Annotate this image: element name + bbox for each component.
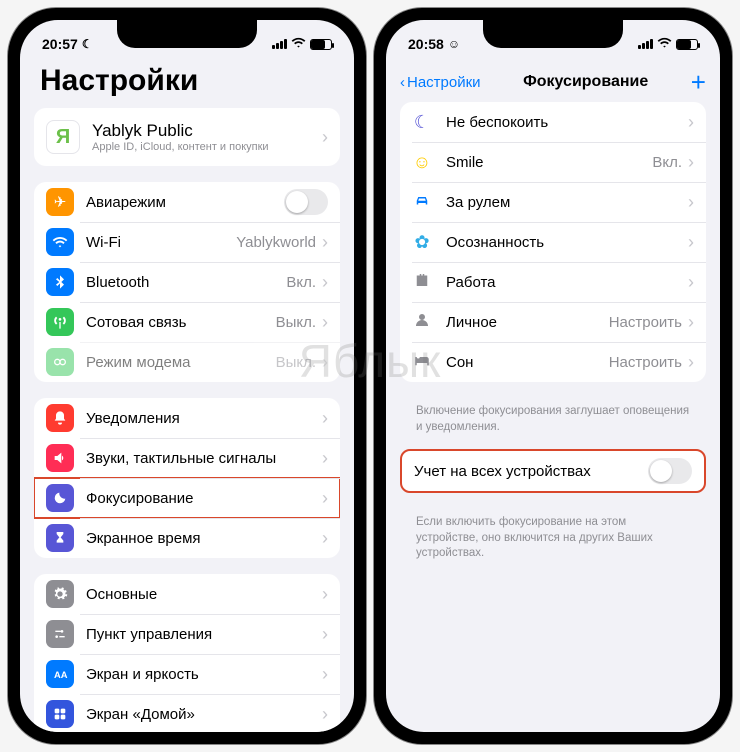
profile-group: Я Yablyk Public Apple ID, iCloud, контен… xyxy=(34,108,340,166)
row-screentime[interactable]: Экранное время › xyxy=(34,518,340,558)
row-display[interactable]: AA Экран и яркость › xyxy=(34,654,340,694)
chevron-icon: › xyxy=(688,272,694,293)
hourglass-icon xyxy=(46,524,74,552)
screen-focus: 20:58 ☺ ‹ Настройки Фокусирование + xyxy=(386,20,720,732)
airplane-toggle[interactable] xyxy=(284,189,328,215)
notifications-group: Уведомления › Звуки, тактильные сигналы … xyxy=(34,398,340,558)
chevron-icon: › xyxy=(322,352,328,373)
chevron-icon: › xyxy=(688,312,694,333)
chevron-icon: › xyxy=(688,192,694,213)
chevron-icon: › xyxy=(322,624,328,645)
row-notifications[interactable]: Уведомления › xyxy=(34,398,340,438)
chevron-icon: › xyxy=(688,352,694,373)
chevron-icon: › xyxy=(322,528,328,549)
car-icon xyxy=(412,191,432,214)
textsize-icon: AA xyxy=(46,660,74,688)
status-time: 20:58 xyxy=(408,36,444,52)
sliders-icon xyxy=(46,620,74,648)
row-general[interactable]: Основные › xyxy=(34,574,340,614)
row-wifi[interactable]: Wi-Fi Yablykworld › xyxy=(34,222,340,262)
moon-icon: ☾ xyxy=(412,112,432,133)
chevron-icon: › xyxy=(322,232,328,253)
general-group: Основные › Пункт управления › AA xyxy=(34,574,340,732)
back-button[interactable]: ‹ Настройки xyxy=(400,74,481,91)
row-airplane[interactable]: ✈ Авиарежим xyxy=(34,182,340,222)
mode-smile[interactable]: ☺ Smile Вкл. › xyxy=(400,142,706,182)
moon-icon xyxy=(46,484,74,512)
chevron-icon: › xyxy=(322,408,328,429)
notch xyxy=(483,20,623,48)
nav-title: Фокусирование xyxy=(523,73,648,91)
chevron-icon: › xyxy=(322,664,328,685)
share-toggle[interactable] xyxy=(648,458,692,484)
svg-text:AA: AA xyxy=(54,670,68,680)
wifi-settings-icon xyxy=(46,228,74,256)
cell-signal-icon xyxy=(638,39,653,49)
apple-id-row[interactable]: Я Yablyk Public Apple ID, iCloud, контен… xyxy=(34,108,340,166)
chevron-icon: › xyxy=(322,448,328,469)
bluetooth-icon xyxy=(46,268,74,296)
mode-dnd[interactable]: ☾ Не беспокоить › xyxy=(400,102,706,142)
share-footer: Если включить фокусирование на этом устр… xyxy=(400,509,706,576)
row-sounds[interactable]: Звуки, тактильные сигналы › xyxy=(34,438,340,478)
bed-icon xyxy=(412,351,432,374)
share-across-devices-row[interactable]: Учет на всех устройствах xyxy=(402,451,704,491)
chevron-icon: › xyxy=(322,488,328,509)
cell-signal-icon xyxy=(272,39,287,49)
chevron-icon: › xyxy=(322,584,328,605)
flower-icon: ✿ xyxy=(412,232,432,253)
mode-sleep[interactable]: Сон Настроить › xyxy=(400,342,706,382)
row-focus[interactable]: Фокусирование › xyxy=(34,478,340,518)
wifi-icon xyxy=(291,35,306,53)
row-cellular[interactable]: Сотовая связь Выкл. › xyxy=(34,302,340,342)
modes-footer: Включение фокусирования заглушает оповещ… xyxy=(400,398,706,449)
bell-icon xyxy=(46,404,74,432)
share-group: Учет на всех устройствах xyxy=(400,449,706,493)
chevron-icon: › xyxy=(688,152,694,173)
connectivity-group: ✈ Авиарежим Wi-Fi Yablykworld › xyxy=(34,182,340,382)
battery-icon xyxy=(310,39,332,50)
mode-driving[interactable]: За рулем › xyxy=(400,182,706,222)
chevron-icon: › xyxy=(322,127,328,148)
person-icon xyxy=(412,311,432,334)
hotspot-icon xyxy=(46,348,74,376)
antenna-icon xyxy=(46,308,74,336)
battery-icon xyxy=(676,39,698,50)
mode-work[interactable]: Работа › xyxy=(400,262,706,302)
chevron-left-icon: ‹ xyxy=(400,74,405,91)
airplane-icon: ✈ xyxy=(46,188,74,216)
screen-settings: 20:57 ☾ Настройки Я Yab xyxy=(20,20,354,732)
chevron-icon: › xyxy=(688,232,694,253)
notch xyxy=(117,20,257,48)
chevron-icon: › xyxy=(688,112,694,133)
dnd-moon-icon: ☾ xyxy=(82,37,93,51)
profile-name: Yablyk Public xyxy=(92,121,322,141)
row-control-center[interactable]: Пункт управления › xyxy=(34,614,340,654)
wifi-icon xyxy=(657,35,672,53)
focus-modes-group: ☾ Не беспокоить › ☺ Smile Вкл. › xyxy=(400,102,706,382)
smile-icon: ☺ xyxy=(412,152,432,173)
speaker-icon xyxy=(46,444,74,472)
row-hotspot[interactable]: Режим модема Выкл. › xyxy=(34,342,340,382)
chevron-icon: › xyxy=(322,312,328,333)
status-time: 20:57 xyxy=(42,36,78,52)
mode-personal[interactable]: Личное Настроить › xyxy=(400,302,706,342)
focus-indicator-icon: ☺ xyxy=(448,37,460,51)
grid-icon xyxy=(46,700,74,728)
chevron-icon: › xyxy=(322,704,328,725)
profile-avatar: Я xyxy=(46,120,80,154)
page-title: Настройки xyxy=(34,62,340,108)
nav-bar: ‹ Настройки Фокусирование + xyxy=(386,62,720,102)
briefcase-icon xyxy=(412,271,432,294)
profile-subtitle: Apple ID, iCloud, контент и покупки xyxy=(92,141,322,153)
row-home[interactable]: Экран «Домой» › xyxy=(34,694,340,732)
chevron-icon: › xyxy=(322,272,328,293)
row-bluetooth[interactable]: Bluetooth Вкл. › xyxy=(34,262,340,302)
phone-left: 20:57 ☾ Настройки Я Yab xyxy=(8,8,366,744)
mode-mindfulness[interactable]: ✿ Осознанность › xyxy=(400,222,706,262)
phone-right: 20:58 ☺ ‹ Настройки Фокусирование + xyxy=(374,8,732,744)
add-focus-button[interactable]: + xyxy=(691,67,706,98)
gear-icon xyxy=(46,580,74,608)
